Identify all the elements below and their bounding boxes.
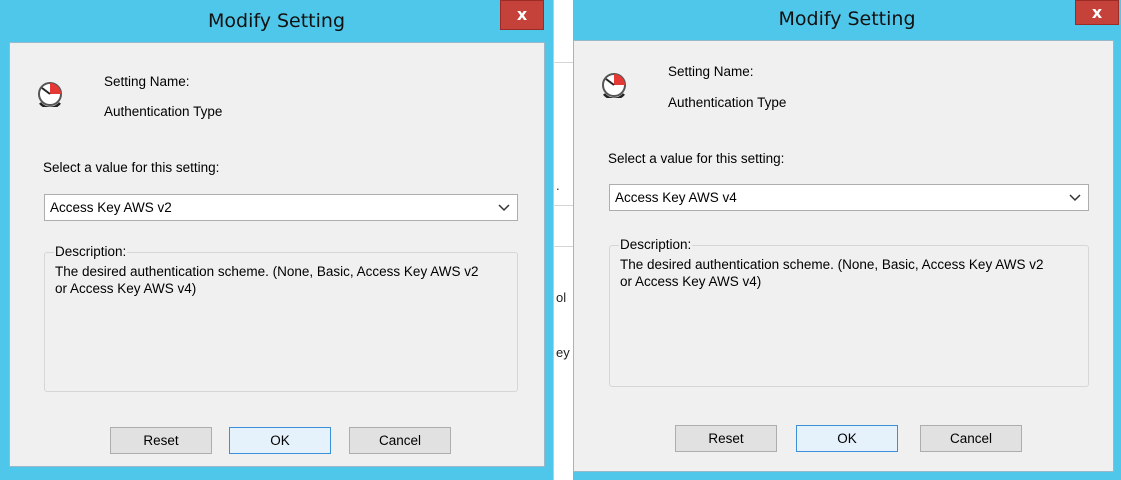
chevron-down-icon	[498, 204, 510, 212]
dialog-title: Modify Setting	[207, 10, 346, 32]
clock-icon	[38, 82, 62, 107]
description-group: Description: The desired authentication …	[609, 237, 1089, 387]
description-text: The desired authentication scheme. (None…	[55, 264, 479, 296]
close-button[interactable]: x	[500, 0, 544, 30]
chevron-down-icon	[1069, 194, 1081, 202]
setting-name-label: Setting Name:	[104, 74, 190, 89]
modify-setting-dialog: Modify Setting x Setting Name: Authentic…	[0, 0, 553, 480]
reset-button[interactable]: Reset	[110, 427, 212, 454]
value-select[interactable]: Access Key AWS v2	[44, 194, 518, 221]
dialog-client-area: Setting Name: Authentication Type Select…	[9, 42, 545, 467]
selected-value: Access Key AWS v2	[50, 200, 172, 215]
selected-value: Access Key AWS v4	[615, 190, 737, 205]
modify-setting-dialog: Modify Setting x Setting Name: Authentic…	[573, 0, 1121, 480]
cancel-button[interactable]: Cancel	[920, 425, 1022, 452]
background-text-fragment: ey	[556, 345, 570, 360]
setting-name-value: Authentication Type	[668, 95, 787, 110]
value-select[interactable]: Access Key AWS v4	[609, 184, 1089, 211]
ok-button[interactable]: OK	[229, 427, 331, 454]
select-prompt: Select a value for this setting:	[43, 160, 220, 175]
description-legend: Description:	[619, 237, 693, 252]
setting-name-value: Authentication Type	[104, 104, 223, 119]
cancel-button[interactable]: Cancel	[349, 427, 451, 454]
description-group: Description: The desired authentication …	[44, 244, 518, 392]
background-divider	[553, 205, 573, 206]
description-text: The desired authentication scheme. (None…	[620, 257, 1044, 289]
setting-name-label: Setting Name:	[668, 64, 754, 79]
dialog-title: Modify Setting	[778, 8, 916, 30]
background-text-fragment: ol	[556, 290, 567, 305]
ok-button[interactable]: OK	[796, 425, 898, 452]
background-window	[553, 0, 574, 480]
background-text-fragment: .	[556, 178, 560, 193]
description-legend: Description:	[54, 244, 128, 259]
clock-icon	[602, 73, 626, 98]
select-prompt: Select a value for this setting:	[608, 151, 785, 166]
close-button[interactable]: x	[1075, 0, 1119, 25]
dialog-client-area: Setting Name: Authentication Type Select…	[573, 40, 1114, 472]
background-divider	[553, 62, 573, 63]
close-icon: x	[516, 5, 528, 24]
background-divider	[553, 246, 573, 247]
reset-button[interactable]: Reset	[675, 425, 777, 452]
close-icon: x	[1091, 3, 1103, 22]
